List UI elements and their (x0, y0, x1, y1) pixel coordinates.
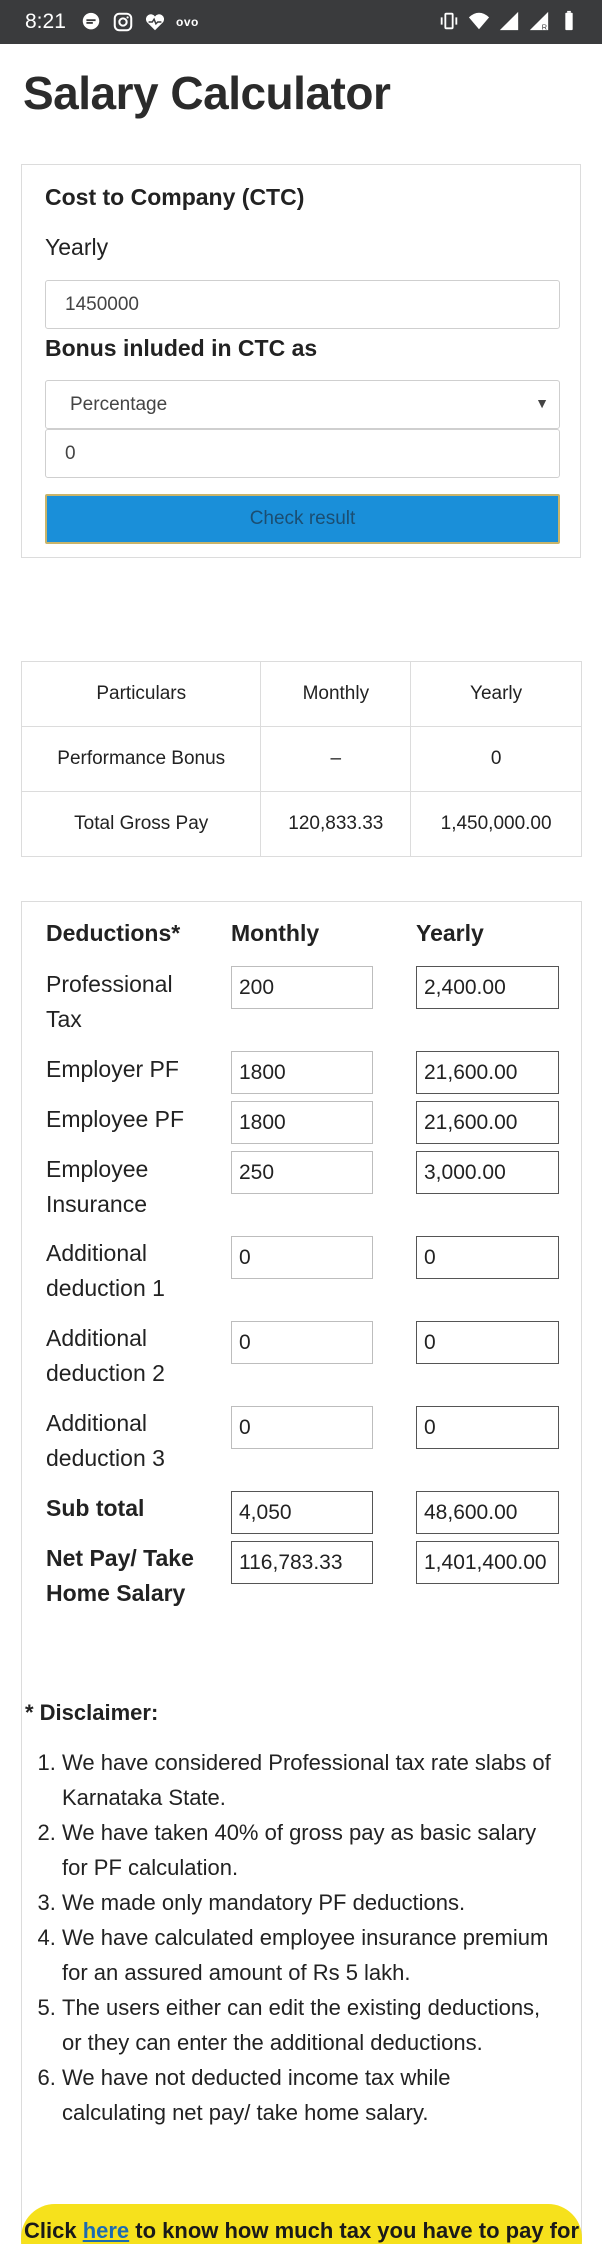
signal-roaming-icon: R (529, 11, 549, 31)
pay-table: Particulars Monthly Yearly Performance B… (20, 661, 582, 857)
heart-pulse-icon (145, 14, 165, 31)
disclaimer-list: We have considered Professional tax rate… (25, 1745, 555, 2130)
additional-3-yearly-input[interactable]: 0 (416, 1406, 559, 1449)
subtotal-yearly-field[interactable]: 48,600.00 (416, 1491, 559, 1534)
table-header-row: Particulars Monthly Yearly (20, 661, 582, 727)
net-pay-label: Net Pay/ Take Home Salary (46, 1545, 194, 1606)
table-cell: 1,450,000.00 (410, 791, 582, 857)
instagram-icon (113, 12, 133, 32)
list-item: We have calculated employee insurance pr… (62, 1920, 555, 1990)
net-pay-yearly-field[interactable]: 1,401,400.00 (416, 1541, 559, 1584)
deduction-label-professional-tax: Professional Tax (46, 971, 173, 1032)
table-cell: 120,833.33 (260, 791, 412, 857)
professional-tax-yearly-input[interactable]: 2,400.00 (416, 966, 559, 1009)
subtotal-monthly-field[interactable]: 4,050 (231, 1491, 373, 1534)
subtotal-label: Sub total (46, 1495, 145, 1521)
status-bar: 8:21 ovo R (0, 0, 602, 44)
header-yearly: Yearly (410, 661, 582, 727)
header-particulars: Particulars (20, 661, 262, 727)
table-row: Performance Bonus – 0 (20, 726, 582, 792)
deduction-label-employee-insurance: Employee Insurance (46, 1156, 149, 1217)
cta-suffix: to know how much tax you have to pay for (129, 2218, 580, 2243)
deduction-label-additional-3: Additional deduction 3 (46, 1410, 165, 1471)
employer-pf-monthly-input[interactable]: 1800 (231, 1051, 373, 1094)
ovo-icon: ovo (176, 15, 199, 29)
tax-cta-banner: Click here to know how much tax you have… (21, 2204, 582, 2244)
svg-text:R: R (542, 22, 547, 31)
bonus-type-select[interactable]: Percentage ▼ (45, 380, 560, 429)
deduction-label-additional-1: Additional deduction 1 (46, 1240, 165, 1301)
additional-2-monthly-input[interactable]: 0 (231, 1321, 373, 1364)
table-cell: 0 (410, 726, 582, 792)
additional-1-yearly-input[interactable]: 0 (416, 1236, 559, 1279)
chevron-down-icon: ▼ (535, 395, 549, 411)
vibrate-icon (440, 12, 458, 30)
deductions-yearly-header: Yearly (416, 920, 484, 946)
system-icons: R (438, 10, 580, 32)
ctc-heading: Cost to Company (CTC) (45, 184, 305, 210)
bonus-value-input[interactable]: 0 (45, 429, 560, 478)
professional-tax-monthly-input[interactable]: 200 (231, 966, 373, 1009)
check-result-button[interactable]: Check result (45, 494, 560, 544)
employee-insurance-yearly-input[interactable]: 3,000.00 (416, 1151, 559, 1194)
ctc-amount-input[interactable]: 1450000 (45, 280, 560, 329)
list-item: The users either can edit the existing d… (62, 1990, 555, 2060)
bonus-type-value: Percentage (70, 394, 168, 415)
battery-icon (565, 10, 573, 31)
wifi-icon (468, 12, 490, 30)
additional-1-monthly-input[interactable]: 0 (231, 1236, 373, 1279)
signal-icon (499, 11, 519, 31)
disclaimer-heading: * Disclaimer: (25, 1700, 159, 1725)
table-cell: Performance Bonus (20, 726, 262, 792)
deduction-label-employer-pf: Employer PF (46, 1056, 179, 1082)
list-item: We have taken 40% of gross pay as basic … (62, 1815, 555, 1885)
additional-2-yearly-input[interactable]: 0 (416, 1321, 559, 1364)
ctc-period-label: Yearly (45, 234, 109, 260)
employee-pf-yearly-input[interactable]: 21,600.00 (416, 1101, 559, 1144)
page-title: Salary Calculator (23, 67, 391, 119)
list-item: We have not deducted income tax while ca… (62, 2060, 555, 2130)
table-cell: Total Gross Pay (20, 791, 262, 857)
bonus-heading: Bonus inluded in CTC as (45, 335, 318, 361)
deductions-monthly-header: Monthly (231, 920, 320, 946)
ctc-card: Cost to Company (CTC) Yearly 1450000 Bon… (21, 164, 581, 558)
header-monthly: Monthly (260, 661, 412, 727)
deduction-label-employee-pf: Employee PF (46, 1106, 185, 1132)
employee-pf-monthly-input[interactable]: 1800 (231, 1101, 373, 1144)
list-item: We made only mandatory PF deductions. (62, 1885, 555, 1920)
deductions-header: Deductions* (46, 920, 181, 946)
chat-bubble-icon (82, 12, 100, 30)
status-time: 8:21 (25, 10, 66, 33)
cta-here-link[interactable]: here (83, 2218, 129, 2243)
additional-3-monthly-input[interactable]: 0 (231, 1406, 373, 1449)
employer-pf-yearly-input[interactable]: 21,600.00 (416, 1051, 559, 1094)
cta-prefix: Click (23, 2218, 83, 2243)
table-cell: – (260, 726, 412, 792)
employee-insurance-monthly-input[interactable]: 250 (231, 1151, 373, 1194)
net-pay-monthly-field[interactable]: 116,783.33 (231, 1541, 373, 1584)
table-row: Total Gross Pay 120,833.33 1,450,000.00 (20, 791, 582, 857)
deduction-label-additional-2: Additional deduction 2 (46, 1325, 165, 1386)
list-item: We have considered Professional tax rate… (62, 1745, 555, 1815)
notification-icons: ovo (80, 11, 199, 33)
